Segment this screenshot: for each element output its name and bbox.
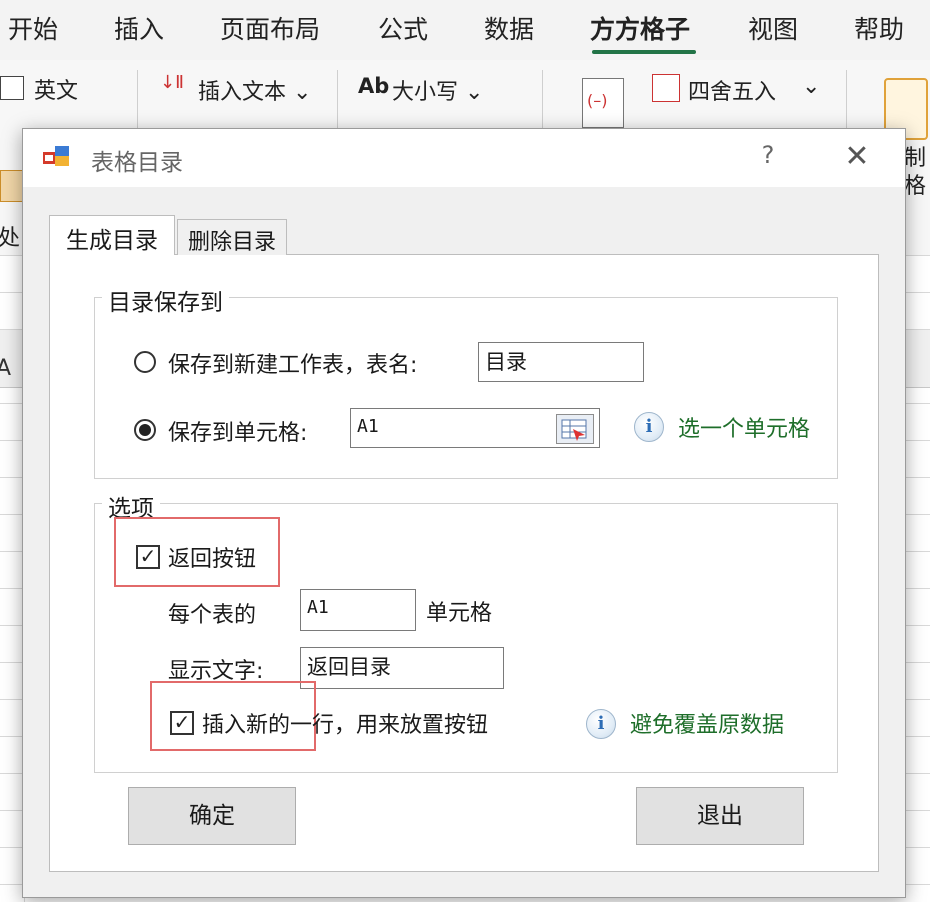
ribbon-tab-bar: 开始 插入 页面布局 公式 数据 方方格子 视图 帮助 — [0, 0, 930, 60]
insert-row-hint: 避免覆盖原数据 — [630, 713, 785, 738]
ribbon-tab-help[interactable]: 帮助 — [854, 10, 904, 46]
active-tab-underline — [592, 50, 696, 54]
ribbon-case-button[interactable]: 大小写 ⌄ — [392, 74, 483, 106]
radio-new-sheet-label[interactable]: 保存到新建工作表，表名: — [168, 347, 417, 379]
ribbon-separator — [846, 70, 847, 130]
case-icon: Ab — [358, 74, 390, 98]
ribbon-left-label: 处 — [0, 226, 21, 251]
exit-button[interactable]: 退出 — [636, 787, 804, 845]
ribbon-separator — [137, 70, 138, 130]
ribbon-tab-page-layout[interactable]: 页面布局 — [220, 10, 320, 46]
tab-delete-toc[interactable]: 删除目录 — [177, 219, 287, 255]
radio-save-to-cell-label[interactable]: 保存到单元格: — [168, 415, 307, 447]
ribbon-english-label: 英文 — [34, 79, 79, 104]
ribbon-separator — [542, 70, 543, 130]
star-icon — [0, 170, 24, 202]
return-button-checkbox[interactable]: ✓ — [136, 545, 160, 569]
dialog-titlebar[interactable]: 表格目录 ? ✕ — [23, 129, 905, 187]
cell-suffix-label: 单元格 — [426, 601, 493, 626]
info-icon: i — [634, 412, 664, 442]
table-of-contents-dialog: 表格目录 ? ✕ 生成目录 删除目录 目录保存到 保存到新建工作表，表名: 目录… — [22, 128, 906, 898]
radio-new-sheet[interactable] — [134, 351, 156, 373]
tab-panel: 目录保存到 保存到新建工作表，表名: 目录 保存到单元格: A1 i 选一个单元… — [49, 254, 879, 872]
save-location-group — [94, 297, 838, 479]
app-icon — [43, 146, 69, 166]
chevron-down-icon[interactable]: ⌄ — [802, 74, 820, 99]
ribbon-right-label: 格 — [904, 174, 927, 199]
sheet-name-input[interactable]: 目录 — [478, 342, 644, 382]
document-icon: (–) — [582, 78, 624, 128]
ribbon-tab-home[interactable]: 开始 — [8, 10, 58, 46]
ribbon-tab-fangfanggezi[interactable]: 方方格子 — [590, 10, 690, 46]
ribbon-tab-data[interactable]: 数据 — [484, 10, 534, 46]
tab-generate-toc[interactable]: 生成目录 — [49, 215, 175, 255]
help-button[interactable]: ? — [753, 141, 783, 173]
save-cell-hint: 选一个单元格 — [678, 417, 811, 442]
radio-save-to-cell[interactable] — [134, 419, 156, 441]
insert-row-checkbox[interactable]: ✓ — [170, 711, 194, 735]
each-sheet-label: 每个表的 — [168, 603, 257, 628]
ribbon-round-button[interactable]: 四舍五入 — [688, 74, 776, 106]
display-text-input[interactable]: 返回目录 — [300, 647, 504, 689]
round-icon — [652, 74, 680, 102]
ribbon-tab-view[interactable]: 视图 — [748, 10, 798, 46]
ribbon-insert-text-button[interactable]: 插入文本 ⌄ — [198, 74, 311, 106]
ribbon-tab-formulas[interactable]: 公式 — [378, 10, 428, 46]
ribbon-tab-insert[interactable]: 插入 — [114, 10, 164, 46]
insert-text-icon: ↓Ⅱ — [160, 72, 184, 93]
ribbon-separator — [337, 70, 338, 130]
column-header-a[interactable]: A — [0, 356, 11, 381]
dialog-title: 表格目录 — [91, 150, 183, 176]
english-checkbox[interactable] — [0, 76, 24, 100]
range-select-icon — [561, 419, 587, 441]
cell-picker-button[interactable] — [556, 414, 594, 444]
save-location-legend: 目录保存到 — [102, 283, 229, 317]
ok-button[interactable]: 确定 — [128, 787, 296, 845]
close-button[interactable]: ✕ — [839, 137, 875, 177]
return-button-label[interactable]: 返回按钮 — [168, 541, 256, 573]
info-icon: i — [586, 709, 616, 739]
insert-row-label[interactable]: 插入新的一行，用来放置按钮 — [202, 707, 488, 739]
return-cell-input[interactable]: A1 — [300, 589, 416, 631]
